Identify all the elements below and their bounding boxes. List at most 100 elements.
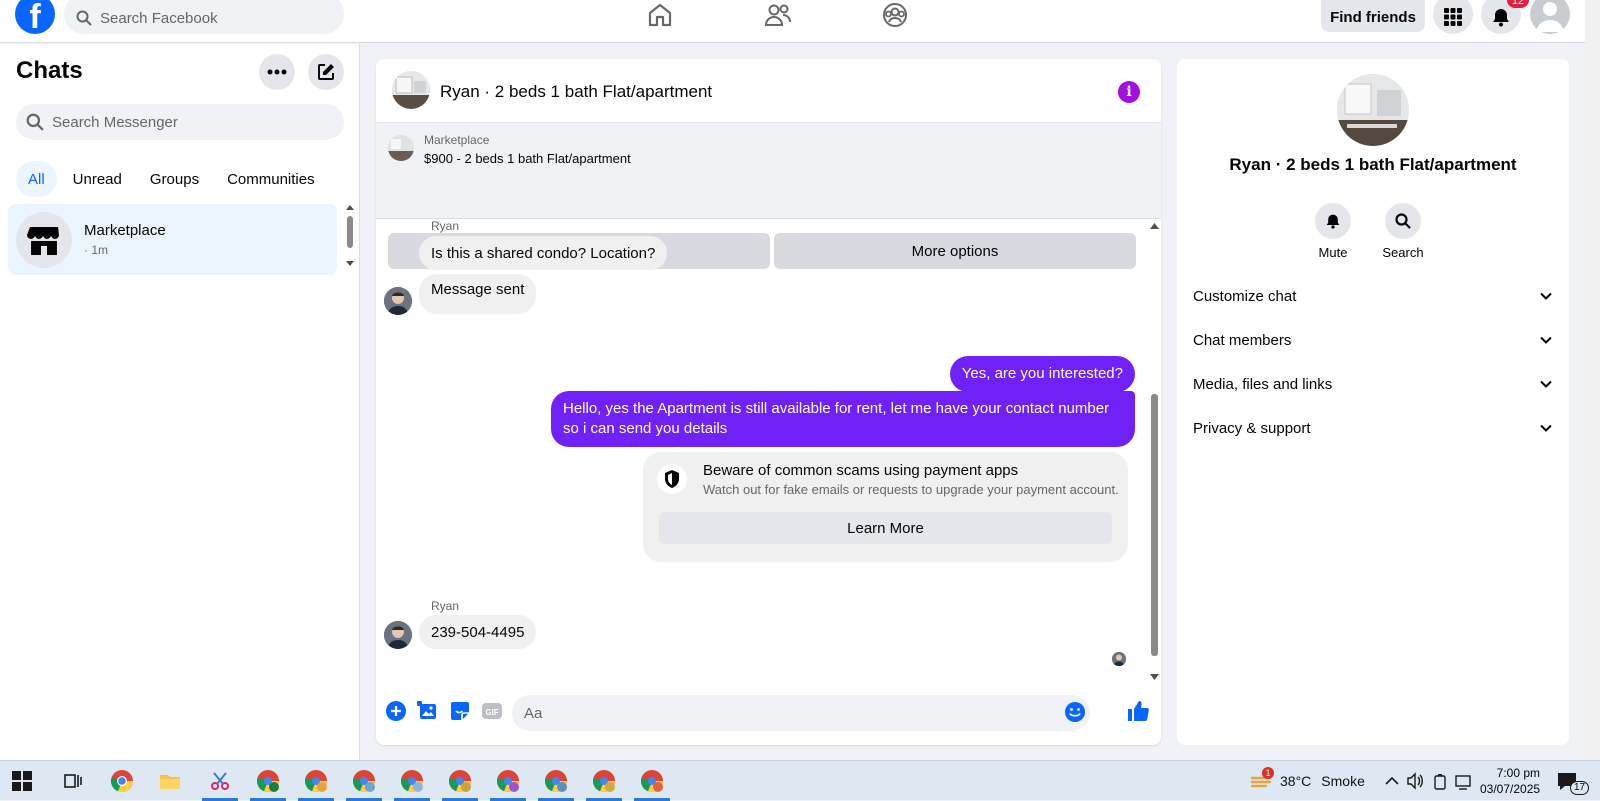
media-files-links-section[interactable]: Media, files and links: [1193, 364, 1553, 404]
scam-warning-title: Beware of common scams using payment app…: [703, 462, 1019, 479]
conversation-title[interactable]: Ryan · 2 beds 1 bath Flat/apartment: [440, 82, 712, 102]
top-navigation-bar: f Search Facebook Find friends 12: [0, 0, 1585, 43]
marketplace-label: Marketplace: [424, 133, 490, 147]
info-icon[interactable]: i: [1118, 81, 1140, 103]
photo-icon[interactable]: [416, 699, 440, 723]
listing-avatar[interactable]: [1337, 74, 1409, 146]
conversation-item-marketplace[interactable]: Marketplace · 1m: [8, 204, 337, 275]
filter-unread[interactable]: Unread: [61, 161, 134, 197]
conversation-panel: Ryan · 2 beds 1 bath Flat/apartment i Ma…: [376, 59, 1161, 745]
chat-members-section[interactable]: Chat members: [1193, 320, 1553, 360]
chrome-profile-icon[interactable]: [544, 769, 568, 793]
filter-groups[interactable]: Groups: [138, 161, 211, 197]
listing-thumbnail: [388, 135, 414, 161]
facebook-search-input[interactable]: Search Facebook: [64, 0, 344, 34]
windows-start-icon[interactable]: [12, 771, 32, 791]
chevron-down-icon: [1540, 424, 1552, 432]
chrome-profile-icon[interactable]: [256, 769, 280, 793]
incoming-message[interactable]: Message sent: [419, 274, 537, 314]
message-placeholder: Aa: [524, 704, 543, 722]
search-icon: [1395, 213, 1411, 229]
chevron-down-icon: [1540, 380, 1552, 388]
conversation-list-scrollbar[interactable]: [345, 204, 355, 268]
search-placeholder: Search Messenger: [52, 113, 178, 131]
conversation-name: Marketplace: [84, 222, 166, 239]
chrome-icon[interactable]: [110, 769, 134, 793]
sender-avatar[interactable]: [384, 621, 412, 649]
search-icon: [26, 113, 44, 131]
find-friends-button[interactable]: Find friends: [1321, 0, 1425, 32]
system-clock[interactable]: 7:00 pm 03/07/2025: [1480, 765, 1540, 797]
menu-button[interactable]: [1433, 0, 1473, 34]
windows-taskbar: 1 38°C Smoke 7:00 pm 03/07/2025 17: [0, 760, 1600, 801]
message-composer: GIF Aa: [376, 685, 1161, 745]
facebook-logo[interactable]: f: [15, 0, 55, 34]
weather-badge: 1: [1262, 767, 1274, 779]
privacy-support-section[interactable]: Privacy & support: [1193, 408, 1553, 448]
customize-chat-section[interactable]: Customize chat: [1193, 276, 1553, 316]
chrome-profile-icon[interactable]: [352, 769, 376, 793]
details-name: Ryan · 2 beds 1 bath Flat/apartment: [1229, 155, 1517, 174]
thumbs-up-icon[interactable]: [1126, 699, 1150, 723]
filter-communities[interactable]: Communities: [215, 161, 327, 197]
chat-options-button[interactable]: [259, 54, 295, 90]
chevron-up-icon[interactable]: [1384, 769, 1400, 793]
notification-center-count: 17: [1570, 781, 1590, 795]
chrome-profile-icon[interactable]: [496, 769, 520, 793]
account-avatar[interactable]: [1530, 0, 1570, 34]
new-message-button[interactable]: [308, 54, 344, 90]
listing-photo[interactable]: [392, 71, 430, 109]
snipping-tool-icon[interactable]: [208, 769, 232, 793]
chrome-profile-icon[interactable]: [400, 769, 424, 793]
speaker-icon[interactable]: [1406, 769, 1424, 793]
message-input[interactable]: Aa: [512, 695, 1090, 731]
search-in-conversation-button[interactable]: Search: [1368, 203, 1438, 260]
sender-avatar[interactable]: [384, 287, 412, 315]
chat-filters: All Unread Groups Communities: [16, 161, 327, 197]
storefront-icon: [27, 226, 59, 255]
listing-description[interactable]: $900 - 2 beds 1 bath Flat/apartment: [424, 151, 631, 166]
more-horizontal-icon: [267, 69, 287, 75]
shield-icon: [657, 464, 687, 494]
chrome-profile-icon[interactable]: [592, 769, 616, 793]
learn-more-button[interactable]: Learn More: [659, 512, 1112, 544]
task-view-icon[interactable]: [60, 769, 84, 793]
chats-title: Chats: [16, 57, 83, 84]
outgoing-message[interactable]: Yes, are you interested?: [949, 356, 1135, 392]
groups-icon[interactable]: [880, 2, 910, 28]
conversation-header: Ryan · 2 beds 1 bath Flat/apartment i: [376, 59, 1161, 123]
mute-button[interactable]: Mute: [1298, 203, 1368, 260]
chevron-down-icon: [1540, 292, 1552, 300]
search-placeholder: Search Facebook: [100, 9, 218, 27]
messenger-search-input[interactable]: Search Messenger: [16, 104, 344, 140]
conversation-avatar: [16, 211, 72, 268]
network-icon[interactable]: [1454, 769, 1472, 793]
incoming-message[interactable]: 239-504-4495: [419, 615, 537, 649]
battery-icon[interactable]: [1432, 769, 1448, 793]
weather-widget[interactable]: 1 38°C Smoke: [1250, 761, 1365, 801]
chrome-profile-icon[interactable]: [304, 769, 328, 793]
compose-icon: [318, 64, 334, 80]
gif-icon[interactable]: GIF: [480, 699, 504, 723]
home-icon[interactable]: [645, 2, 675, 28]
friends-icon[interactable]: [763, 2, 793, 28]
plus-circle-icon[interactable]: [384, 699, 408, 723]
bell-icon: [1326, 214, 1340, 229]
chrome-profile-icon[interactable]: [640, 769, 664, 793]
file-explorer-icon[interactable]: [158, 769, 182, 793]
filter-all[interactable]: All: [16, 161, 57, 197]
thread-scrollbar[interactable]: [1148, 219, 1161, 685]
sender-name: Ryan: [431, 599, 460, 613]
read-receipt-avatar: [1112, 652, 1126, 666]
search-icon: [76, 10, 92, 26]
conversation-details-panel: Ryan · 2 beds 1 bath Flat/apartment Mute…: [1177, 59, 1569, 745]
incoming-message[interactable]: Is this a shared condo? Location?: [419, 236, 668, 270]
page-scrollbar[interactable]: [1585, 0, 1600, 760]
sticker-icon[interactable]: [448, 699, 472, 723]
marketplace-listing-bar: Marketplace $900 - 2 beds 1 bath Flat/ap…: [376, 123, 1161, 269]
chrome-profile-icon[interactable]: [448, 769, 472, 793]
bell-icon: [1493, 9, 1509, 27]
emoji-icon[interactable]: [1064, 701, 1086, 723]
chevron-down-icon: [1540, 336, 1552, 344]
outgoing-message[interactable]: Hello, yes the Apartment is still availa…: [551, 391, 1135, 447]
